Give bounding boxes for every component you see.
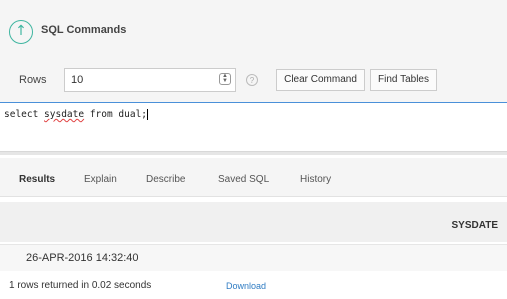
rows-select[interactable]: 10 (64, 68, 236, 92)
rows-label: Rows (19, 74, 47, 86)
up-arrow-icon[interactable]: ↑ (9, 20, 33, 44)
table-cell: 26-APR-2016 14:32:40 (26, 252, 139, 264)
page-header: ↑ SQL Commands (0, 0, 507, 63)
find-tables-button[interactable]: Find Tables (370, 69, 437, 91)
tab-explain[interactable]: Explain (84, 174, 117, 185)
rows-value: 10 (71, 74, 84, 86)
tab-saved-sql[interactable]: Saved SQL (218, 174, 269, 185)
sql-editor[interactable]: select sysdate from dual; (0, 102, 507, 154)
sql-editor-text: select sysdate from dual; (4, 109, 149, 120)
editor-splitter[interactable] (0, 151, 507, 155)
tab-results[interactable]: Results (19, 174, 55, 185)
status-text: 1 rows returned in 0.02 seconds (9, 280, 152, 291)
help-icon[interactable]: ? (246, 74, 258, 86)
stepper-icon[interactable]: ▲ ▼ (219, 73, 231, 85)
tab-describe[interactable]: Describe (146, 174, 185, 185)
clear-command-button[interactable]: Clear Command (276, 69, 365, 91)
toolbar: Rows 10 ▲ ▼ ? Clear Command Find Tables (0, 62, 507, 102)
column-header-sysdate: SYSDATE (451, 220, 499, 231)
table-row: 26-APR-2016 14:32:40 (0, 244, 507, 271)
page-title: SQL Commands (41, 24, 127, 36)
results-tabs: Results Explain Describe Saved SQL Histo… (0, 158, 507, 197)
results-header: SYSDATE (0, 202, 507, 242)
download-link[interactable]: Download (226, 281, 266, 291)
tab-history[interactable]: History (300, 174, 331, 185)
